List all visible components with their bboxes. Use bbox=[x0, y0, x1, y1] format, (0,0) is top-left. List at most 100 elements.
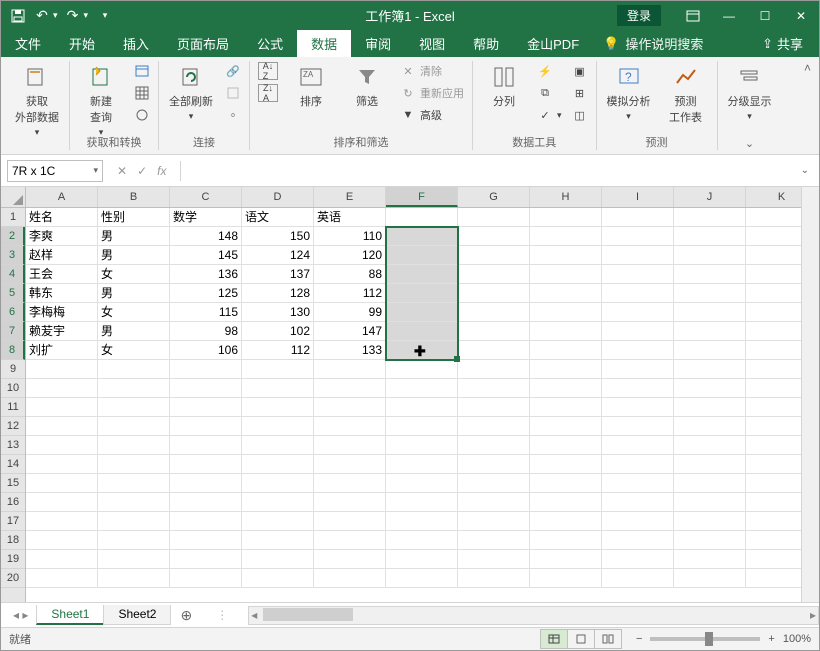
cell-B16[interactable] bbox=[98, 493, 170, 511]
cell-C16[interactable] bbox=[170, 493, 242, 511]
cell-J15[interactable] bbox=[674, 474, 746, 492]
cell-D7[interactable]: 102 bbox=[242, 322, 314, 340]
sort-za-button[interactable]: Z↓A bbox=[256, 83, 280, 103]
fx-icon[interactable]: fx bbox=[157, 164, 166, 178]
cell-E20[interactable] bbox=[314, 569, 386, 587]
cell-J11[interactable] bbox=[674, 398, 746, 416]
cell-C12[interactable] bbox=[170, 417, 242, 435]
cell-J16[interactable] bbox=[674, 493, 746, 511]
cell-I19[interactable] bbox=[602, 550, 674, 568]
cell-F13[interactable] bbox=[386, 436, 458, 454]
cell-F10[interactable] bbox=[386, 379, 458, 397]
cell-H3[interactable] bbox=[530, 246, 602, 264]
zoom-percent[interactable]: 100% bbox=[783, 633, 811, 645]
cell-A14[interactable] bbox=[26, 455, 98, 473]
cell-I1[interactable] bbox=[602, 208, 674, 226]
cell-H20[interactable] bbox=[530, 569, 602, 587]
save-icon[interactable] bbox=[9, 7, 27, 25]
cell-E4[interactable]: 88 bbox=[314, 265, 386, 283]
cell-E9[interactable] bbox=[314, 360, 386, 378]
cell-H7[interactable] bbox=[530, 322, 602, 340]
cell-J17[interactable] bbox=[674, 512, 746, 530]
filter-button[interactable]: 筛选 bbox=[342, 61, 392, 111]
row-header-3[interactable]: 3 bbox=[1, 246, 25, 265]
cell-J5[interactable] bbox=[674, 284, 746, 302]
cell-I8[interactable] bbox=[602, 341, 674, 359]
cell-C13[interactable] bbox=[170, 436, 242, 454]
cell-A20[interactable] bbox=[26, 569, 98, 587]
cell-I3[interactable] bbox=[602, 246, 674, 264]
sort-az-button[interactable]: A↓Z bbox=[256, 61, 280, 81]
maximize-button[interactable]: ☐ bbox=[747, 1, 783, 30]
cell-A16[interactable] bbox=[26, 493, 98, 511]
cell-B2[interactable]: 男 bbox=[98, 227, 170, 245]
cell-A7[interactable]: 赖苃宇 bbox=[26, 322, 98, 340]
cell-I9[interactable] bbox=[602, 360, 674, 378]
cell-F11[interactable] bbox=[386, 398, 458, 416]
cell-G17[interactable] bbox=[458, 512, 530, 530]
row-header-15[interactable]: 15 bbox=[1, 474, 25, 493]
cell-E2[interactable]: 110 bbox=[314, 227, 386, 245]
cell-C14[interactable] bbox=[170, 455, 242, 473]
cell-A18[interactable] bbox=[26, 531, 98, 549]
cell-I14[interactable] bbox=[602, 455, 674, 473]
outline-button[interactable]: 分级显示▾ bbox=[724, 61, 776, 124]
cell-G13[interactable] bbox=[458, 436, 530, 454]
cell-F12[interactable] bbox=[386, 417, 458, 435]
cell-B6[interactable]: 女 bbox=[98, 303, 170, 321]
cell-G16[interactable] bbox=[458, 493, 530, 511]
col-header-H[interactable]: H bbox=[530, 187, 602, 207]
cell-I15[interactable] bbox=[602, 474, 674, 492]
cells-grid[interactable]: 姓名性别数学语文英语李爽男148150110赵样男145124120王会女136… bbox=[26, 208, 819, 602]
tab-file[interactable]: 文件 bbox=[1, 30, 55, 57]
add-sheet-button[interactable]: ⊕ bbox=[170, 607, 202, 624]
cell-A12[interactable] bbox=[26, 417, 98, 435]
login-button[interactable]: 登录 bbox=[617, 5, 661, 26]
cell-A2[interactable]: 李爽 bbox=[26, 227, 98, 245]
cell-J18[interactable] bbox=[674, 531, 746, 549]
refresh-all-button[interactable]: 全部刷新▾ bbox=[165, 61, 217, 124]
cell-H6[interactable] bbox=[530, 303, 602, 321]
cell-J4[interactable] bbox=[674, 265, 746, 283]
cell-D15[interactable] bbox=[242, 474, 314, 492]
cell-I18[interactable] bbox=[602, 531, 674, 549]
cell-B7[interactable]: 男 bbox=[98, 322, 170, 340]
close-button[interactable]: ✕ bbox=[783, 1, 819, 30]
cell-B11[interactable] bbox=[98, 398, 170, 416]
cell-D2[interactable]: 150 bbox=[242, 227, 314, 245]
cell-G19[interactable] bbox=[458, 550, 530, 568]
clear-filter-button[interactable]: ✕清除 bbox=[398, 61, 466, 81]
undo-icon[interactable]: ↶ bbox=[33, 7, 51, 25]
col-header-C[interactable]: C bbox=[170, 187, 242, 207]
cell-F7[interactable] bbox=[386, 322, 458, 340]
cell-C2[interactable]: 148 bbox=[170, 227, 242, 245]
advanced-filter-button[interactable]: ▼高级 bbox=[398, 105, 466, 125]
row-header-7[interactable]: 7 bbox=[1, 322, 25, 341]
row-header-10[interactable]: 10 bbox=[1, 379, 25, 398]
row-header-8[interactable]: 8 bbox=[1, 341, 25, 360]
connections-button[interactable]: 🔗 bbox=[223, 61, 243, 81]
cell-B10[interactable] bbox=[98, 379, 170, 397]
cell-I16[interactable] bbox=[602, 493, 674, 511]
cell-B14[interactable] bbox=[98, 455, 170, 473]
remove-dup-button[interactable]: ⧉ bbox=[535, 83, 564, 103]
cell-E1[interactable]: 英语 bbox=[314, 208, 386, 226]
cell-H12[interactable] bbox=[530, 417, 602, 435]
cell-A6[interactable]: 李梅梅 bbox=[26, 303, 98, 321]
page-layout-button[interactable] bbox=[567, 629, 595, 649]
cell-G15[interactable] bbox=[458, 474, 530, 492]
text-to-columns-button[interactable]: 分列 bbox=[479, 61, 529, 111]
tab-data[interactable]: 数据 bbox=[297, 30, 351, 57]
cell-F5[interactable] bbox=[386, 284, 458, 302]
cancel-formula-icon[interactable]: ✕ bbox=[117, 164, 127, 178]
cell-H4[interactable] bbox=[530, 265, 602, 283]
cell-D3[interactable]: 124 bbox=[242, 246, 314, 264]
cell-I5[interactable] bbox=[602, 284, 674, 302]
cell-E18[interactable] bbox=[314, 531, 386, 549]
cell-G2[interactable] bbox=[458, 227, 530, 245]
cell-F9[interactable] bbox=[386, 360, 458, 378]
cell-E10[interactable] bbox=[314, 379, 386, 397]
col-header-D[interactable]: D bbox=[242, 187, 314, 207]
cell-J6[interactable] bbox=[674, 303, 746, 321]
cell-E8[interactable]: 133 bbox=[314, 341, 386, 359]
